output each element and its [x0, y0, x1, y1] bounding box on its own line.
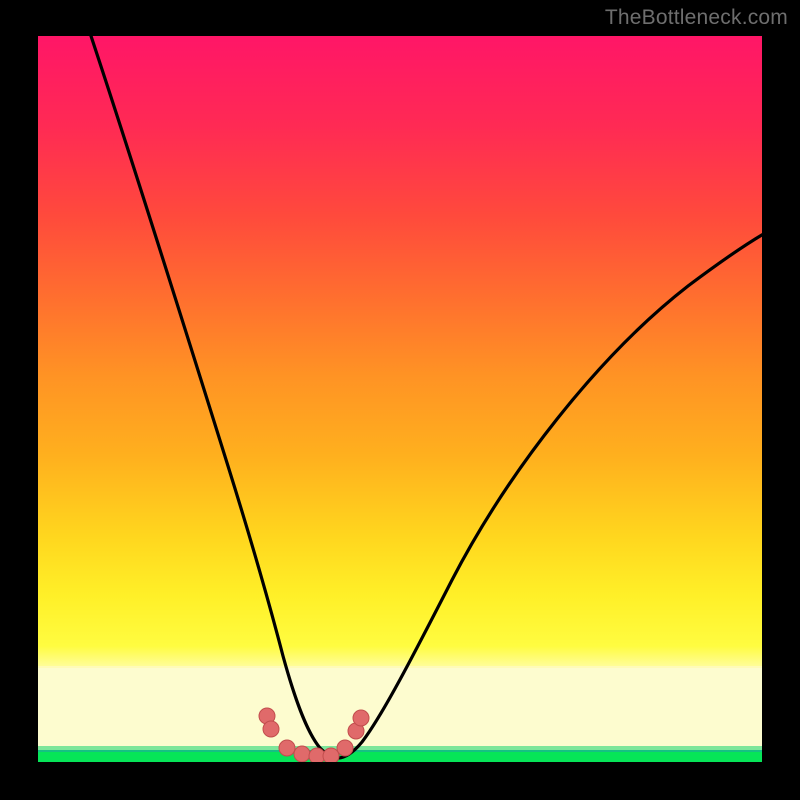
chart-frame: TheBottleneck.com [0, 0, 800, 800]
marker-dot [323, 748, 339, 762]
plot-area [38, 36, 762, 762]
curve-right-branch [338, 226, 762, 758]
curve-left-branch [81, 36, 338, 758]
marker-dot [337, 740, 353, 756]
marker-group [259, 708, 369, 762]
watermark-text: TheBottleneck.com [605, 6, 788, 30]
marker-dot [279, 740, 295, 756]
marker-dot [353, 710, 369, 726]
marker-dot [263, 721, 279, 737]
marker-dot [294, 746, 310, 762]
curve-layer [38, 36, 762, 762]
